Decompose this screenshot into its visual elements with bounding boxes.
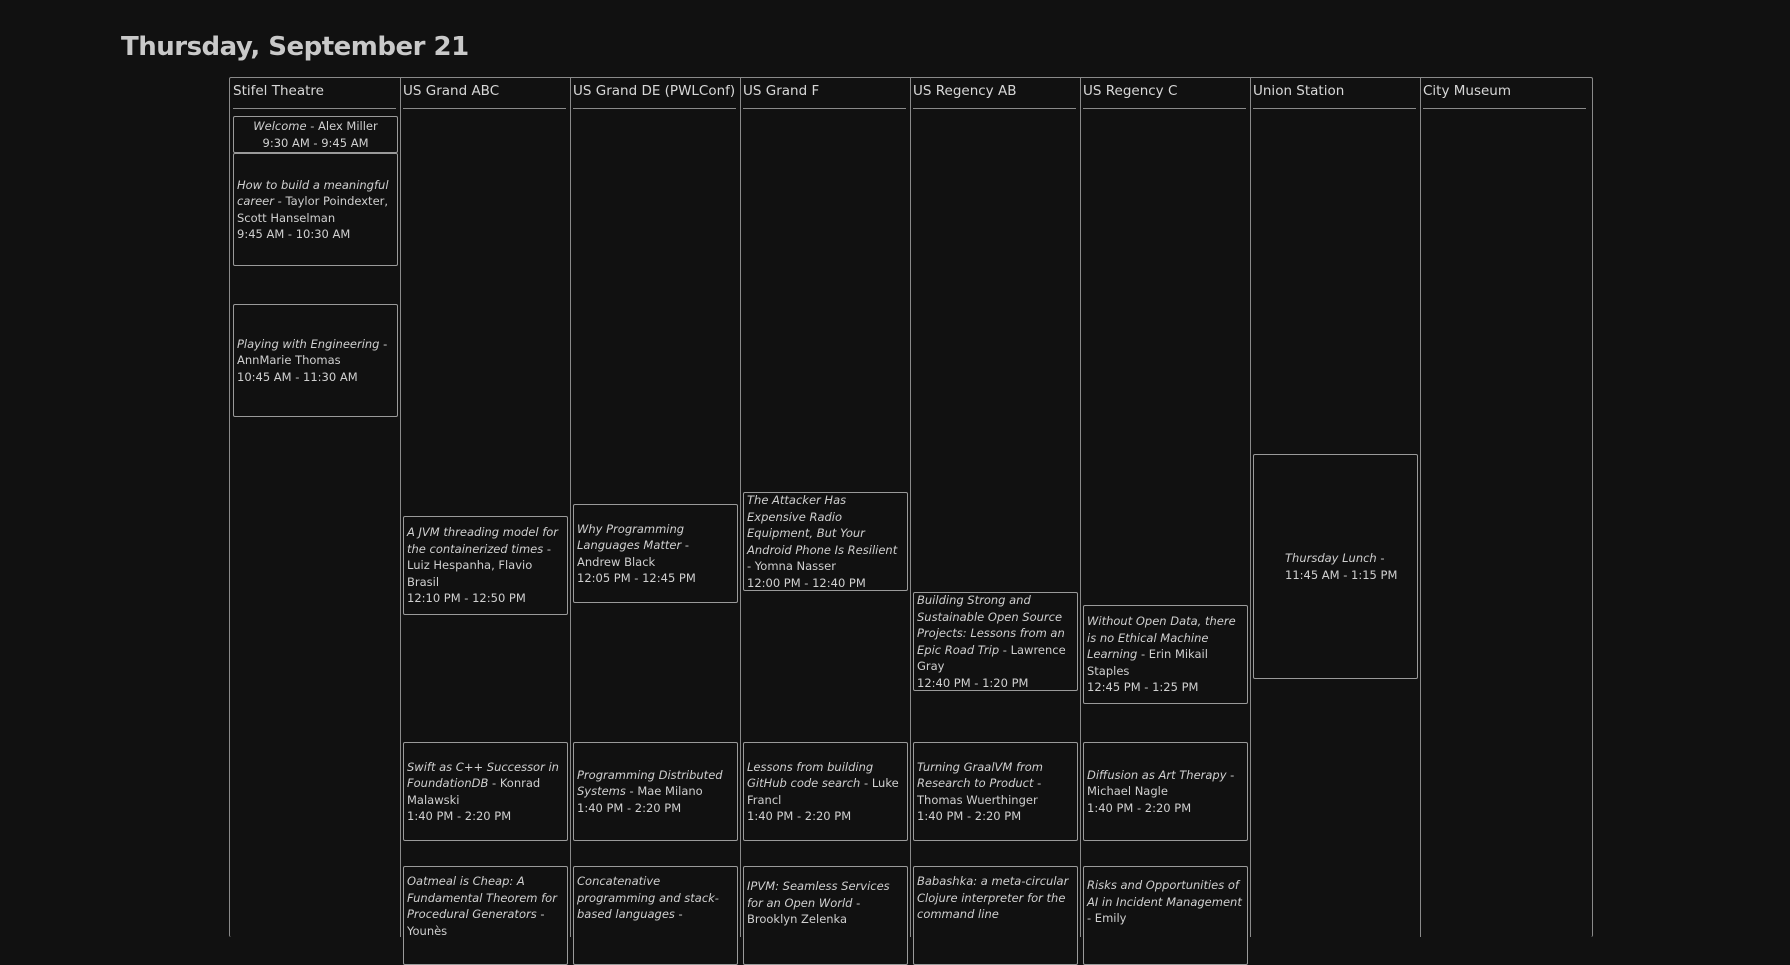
column-us-grand-abc: US Grand ABC A JVM threading model for t… bbox=[400, 78, 570, 965]
event-card[interactable]: IPVM: Seamless Services for an Open Worl… bbox=[743, 866, 908, 965]
column-header: US Grand ABC bbox=[403, 78, 566, 109]
event-card[interactable]: Swift as C++ Successor in FoundationDB -… bbox=[403, 742, 568, 841]
event-time: 11:45 AM - 1:15 PM bbox=[1285, 567, 1398, 582]
column-us-regency-c: US Regency C Without Open Data, there is… bbox=[1080, 78, 1250, 965]
event-time: 10:45 AM - 11:30 AM bbox=[237, 369, 358, 384]
event-time: 12:05 PM - 12:45 PM bbox=[577, 571, 696, 585]
event-title: Lessons from building GitHub code search bbox=[747, 759, 874, 791]
event-time: 1:40 PM - 2:20 PM bbox=[577, 800, 682, 815]
event-title: Diffusion as Art Therapy bbox=[1087, 767, 1227, 782]
column-city-museum: City Museum bbox=[1420, 78, 1590, 937]
event-time: 1:40 PM - 2:20 PM bbox=[1087, 800, 1192, 815]
column-header: US Grand F bbox=[743, 78, 906, 109]
event-time: 9:30 AM - 9:45 AM bbox=[262, 135, 369, 150]
event-time: 1:40 PM - 2:20 PM bbox=[407, 809, 512, 823]
event-title: Playing with Engineering bbox=[237, 336, 380, 351]
column-us-grand-de: US Grand DE (PWLConf) Why Programming La… bbox=[570, 78, 740, 965]
column-us-regency-ab: US Regency AB Building Strong and Sustai… bbox=[910, 78, 1080, 965]
column-us-grand-f: US Grand F The Attacker Has Expensive Ra… bbox=[740, 78, 910, 965]
event-card[interactable]: Welcome - Alex Miller 9:30 AM - 9:45 AM bbox=[233, 116, 398, 153]
event-card[interactable]: How to build a meaningful career - Taylo… bbox=[233, 153, 398, 266]
event-card[interactable]: Playing with Engineering - AnnMarie Thom… bbox=[233, 304, 398, 417]
event-card[interactable]: Thursday Lunch - 11:45 AM - 1:15 PM bbox=[1253, 454, 1418, 679]
page-title: Thursday, September 21 bbox=[121, 32, 469, 62]
event-title: Welcome bbox=[253, 119, 307, 133]
event-card[interactable]: Diffusion as Art Therapy - Michael Nagle… bbox=[1083, 742, 1248, 841]
event-title: Babashka: a meta-circular Clojure interp… bbox=[917, 874, 1069, 921]
event-speakers: - Emily bbox=[1087, 911, 1127, 925]
event-time: 12:40 PM - 1:20 PM bbox=[917, 675, 1029, 690]
event-title: Oatmeal is Cheap: A Fundamental Theorem … bbox=[407, 874, 557, 921]
column-header: City Museum bbox=[1423, 78, 1586, 109]
column-header: US Regency C bbox=[1083, 78, 1246, 109]
event-title: Turning GraalVM from Research to Product bbox=[917, 759, 1044, 791]
event-title: IPVM: Seamless Services for an Open Worl… bbox=[747, 879, 890, 910]
event-speakers: - bbox=[1376, 551, 1385, 565]
event-title: Concatenative programming and stack-base… bbox=[577, 874, 719, 921]
event-card[interactable]: Lessons from building GitHub code search… bbox=[743, 742, 908, 841]
event-card[interactable]: Turning GraalVM from Research to Product… bbox=[913, 742, 1078, 841]
column-header: Union Station bbox=[1253, 78, 1416, 109]
event-title: The Attacker Has Expensive Radio Equipme… bbox=[747, 493, 898, 557]
event-card[interactable]: Why Programming Languages Matter - Andre… bbox=[573, 504, 738, 603]
event-speakers: - Mae Milano bbox=[625, 784, 703, 799]
column-union-station: Union Station Thursday Lunch - 11:45 AM … bbox=[1250, 78, 1420, 937]
event-card[interactable]: Risks and Opportunities of AI in Inciden… bbox=[1083, 866, 1248, 965]
event-card[interactable]: Concatenative programming and stack-base… bbox=[573, 866, 738, 965]
event-title: Thursday Lunch bbox=[1285, 551, 1377, 565]
column-header: US Regency AB bbox=[913, 78, 1076, 109]
event-card[interactable]: Without Open Data, there is no Ethical M… bbox=[1083, 605, 1248, 704]
column-header: US Grand DE (PWLConf) bbox=[573, 78, 736, 109]
event-time: 12:10 PM - 12:50 PM bbox=[407, 591, 526, 606]
event-card[interactable]: Oatmeal is Cheap: A Fundamental Theorem … bbox=[403, 866, 568, 965]
column-header: Stifel Theatre bbox=[233, 78, 396, 109]
event-card[interactable]: The Attacker Has Expensive Radio Equipme… bbox=[743, 492, 908, 591]
event-title: A JVM threading model for the containeri… bbox=[407, 525, 559, 556]
event-card[interactable]: A JVM threading model for the containeri… bbox=[403, 516, 568, 615]
event-card[interactable]: Programming Distributed Systems - Mae Mi… bbox=[573, 742, 738, 841]
event-title: Risks and Opportunities of AI in Inciden… bbox=[1087, 878, 1242, 909]
event-speakers: - bbox=[674, 907, 683, 921]
event-card[interactable]: Building Strong and Sustainable Open Sou… bbox=[913, 592, 1078, 691]
event-speakers: - Yomna Nasser bbox=[747, 559, 836, 573]
event-time: 1:40 PM - 2:20 PM bbox=[917, 809, 1022, 823]
event-time: 12:45 PM - 1:25 PM bbox=[1087, 680, 1199, 695]
column-stifel-theatre: Stifel Theatre Welcome - Alex Miller 9:3… bbox=[230, 78, 400, 937]
event-time: 12:00 PM - 12:40 PM bbox=[747, 575, 866, 590]
event-title: Why Programming Languages Matter bbox=[577, 521, 685, 553]
schedule-grid: Stifel Theatre Welcome - Alex Miller 9:3… bbox=[229, 77, 1593, 965]
event-card[interactable]: Babashka: a meta-circular Clojure interp… bbox=[913, 866, 1078, 965]
event-time: 9:45 AM - 10:30 AM bbox=[237, 227, 351, 241]
event-time: 1:40 PM - 2:20 PM bbox=[747, 809, 852, 823]
event-speakers: - Alex Miller bbox=[306, 119, 378, 133]
